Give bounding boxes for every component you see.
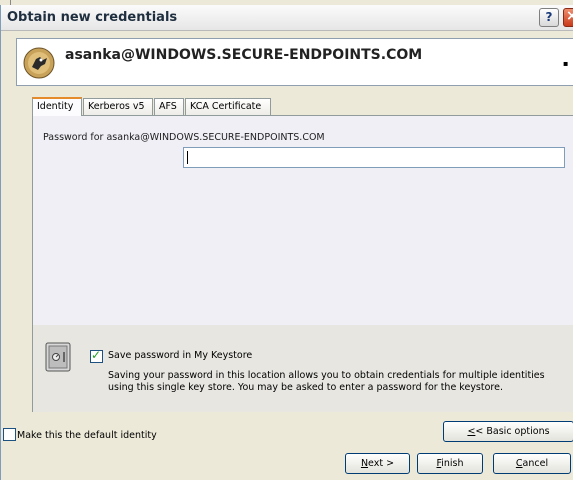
tab-afs-label: AFS	[159, 101, 177, 112]
close-button[interactable]	[563, 8, 573, 27]
password-label: Password for asanka@WINDOWS.SECURE-ENDPO…	[43, 132, 325, 143]
tab-kca-certificate[interactable]: KCA Certificate	[185, 98, 271, 116]
basic-options-button[interactable]: << Basic options	[443, 421, 573, 442]
tab-identity[interactable]: Identity	[32, 97, 82, 116]
tab-kerberos-v5[interactable]: Kerberos v5	[83, 98, 153, 116]
save-password-label: Save password in My Keystore	[108, 350, 253, 361]
basic-options-label: < Basic options	[475, 426, 550, 437]
tab-identity-label: Identity	[37, 101, 74, 112]
cancel-mnemonic: C	[515, 458, 523, 469]
keystore-safe-icon	[45, 342, 71, 372]
tab-kca-label: KCA Certificate	[190, 101, 262, 112]
text-caret	[187, 151, 188, 164]
tab-afs[interactable]: AFS	[154, 98, 184, 116]
save-password-description: Saving your password in this location al…	[108, 370, 545, 393]
finish-button[interactable]: Finish	[417, 453, 483, 474]
next-button[interactable]: Next >	[345, 453, 410, 474]
cancel-label: ancel	[522, 458, 549, 469]
help-button[interactable]: ?	[539, 8, 559, 27]
keystore-section: Save password in My Keystore Saving your…	[33, 325, 573, 412]
tab-strip: Identity Kerberos v5 AFS KCA Certificate	[32, 97, 272, 116]
next-label: ext >	[368, 458, 395, 469]
credentials-dialog: Obtain new credentials ? asanka@WINDOWS.…	[0, 5, 573, 480]
dialog-title: Obtain new credentials	[7, 10, 178, 25]
identity-badge-icon	[23, 47, 55, 79]
finish-label: inish	[441, 458, 464, 469]
cancel-button[interactable]: Cancel	[493, 453, 571, 474]
identity-tab-panel: Password for asanka@WINDOWS.SECURE-ENDPO…	[32, 115, 573, 412]
expand-dropdown-icon[interactable]: ▪	[563, 59, 568, 68]
default-identity-checkbox[interactable]	[3, 428, 16, 441]
next-mnemonic: N	[360, 458, 369, 469]
title-bar[interactable]: Obtain new credentials ?	[1, 5, 573, 31]
password-input[interactable]	[183, 147, 565, 168]
default-identity-label: Make this the default identity	[17, 430, 157, 441]
tab-kerberos-label: Kerberos v5	[88, 101, 145, 112]
identity-name: asanka@WINDOWS.SECURE-ENDPOINTS.COM	[65, 47, 423, 63]
identity-header[interactable]: asanka@WINDOWS.SECURE-ENDPOINTS.COM ▪	[16, 38, 573, 86]
save-password-checkbox[interactable]	[90, 348, 103, 363]
